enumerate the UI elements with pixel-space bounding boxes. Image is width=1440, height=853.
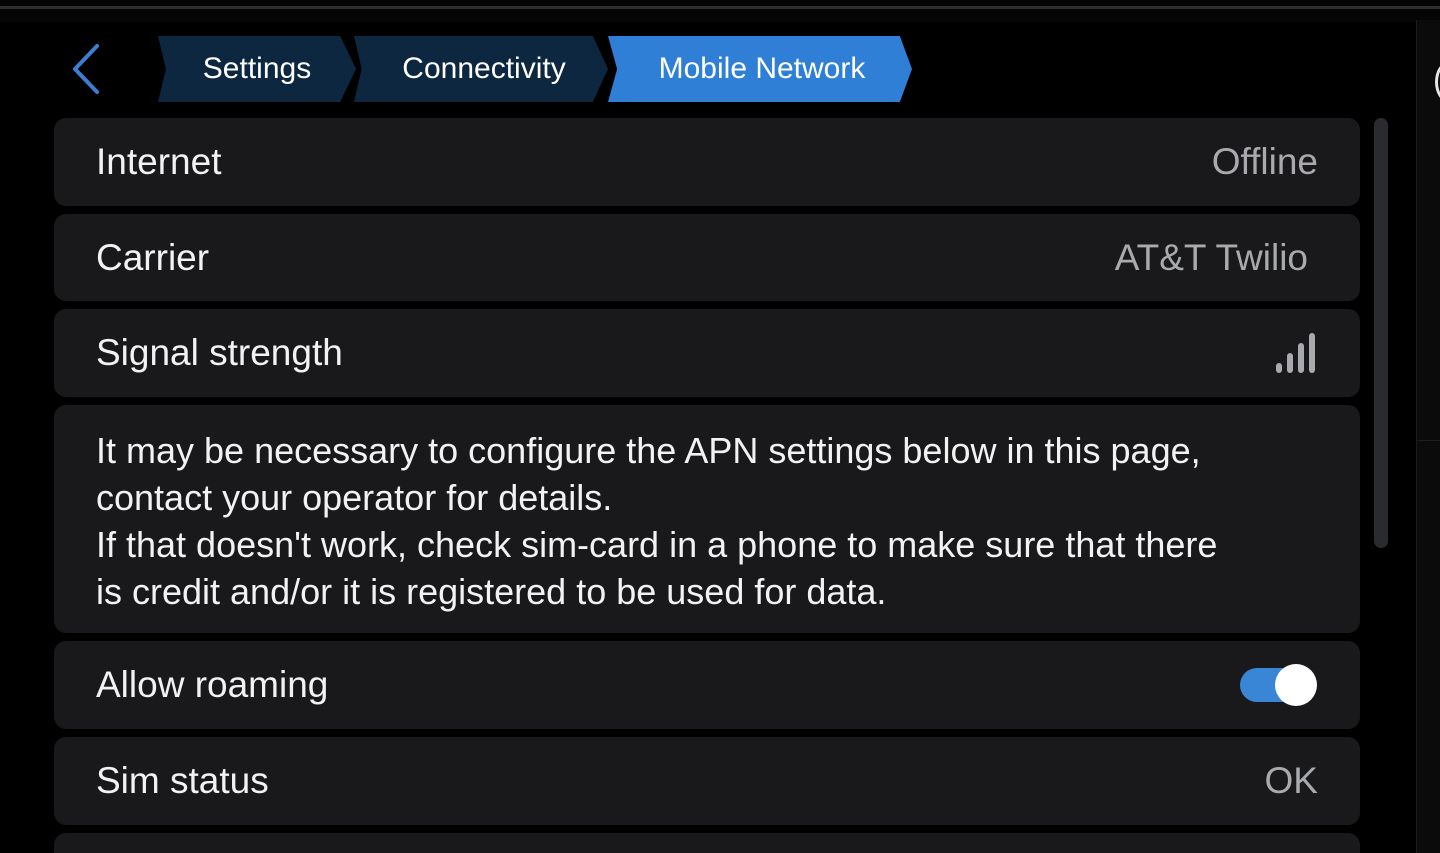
sim-status-value: OK: [1264, 760, 1318, 801]
breadcrumb-label: Connectivity: [402, 52, 566, 85]
right-edge-panel: [1416, 20, 1440, 853]
carrier-label: Carrier: [96, 236, 210, 278]
note-line: is credit and/or it is registered to be …: [96, 571, 887, 612]
signal-strength-label: Signal strength: [96, 332, 343, 373]
apn-info-note: It may be necessary to configure the APN…: [54, 405, 1360, 633]
signal-bar-3: [1298, 343, 1304, 373]
internet-row: Internet Offline: [54, 118, 1360, 206]
breadcrumb-mobile-network[interactable]: Mobile Network: [608, 36, 912, 102]
note-line: If that doesn't work, check sim-card in …: [96, 524, 1218, 565]
chevron-left-icon: [73, 44, 99, 94]
signal-bar-2: [1287, 353, 1293, 373]
scrollbar[interactable]: [1374, 118, 1388, 548]
note-line: It may be necessary to configure the APN…: [96, 430, 1201, 471]
allow-roaming-row: Allow roaming: [54, 641, 1360, 729]
sim-status-row: Sim status OK: [54, 737, 1360, 825]
back-button[interactable]: [62, 40, 110, 98]
breadcrumb-connectivity[interactable]: Connectivity: [354, 36, 608, 102]
signal-bars-icon: [1276, 333, 1315, 373]
allow-roaming-label: Allow roaming: [96, 664, 329, 705]
top-edge: [0, 0, 1440, 22]
breadcrumb-settings[interactable]: Settings: [158, 36, 356, 102]
edge-seam: [1417, 440, 1440, 441]
breadcrumb-label: Mobile Network: [658, 52, 866, 85]
internet-status-value: Offline: [1211, 141, 1318, 182]
edge-ring-icon: [1435, 62, 1440, 102]
note-line: contact your operator for details.: [96, 477, 613, 518]
apn-info-text: It may be necessary to configure the APN…: [96, 427, 1318, 615]
signal-strength-row: Signal strength: [54, 309, 1360, 397]
signal-bar-4: [1309, 333, 1315, 373]
internet-label: Internet: [96, 141, 222, 182]
allow-roaming-toggle[interactable]: [1240, 664, 1318, 706]
carrier-row: Carrier AT&T Twilio: [54, 214, 1360, 301]
screen: Settings Connectivity Mobile Network Int…: [0, 0, 1440, 853]
carrier-value: AT&T Twilio: [1114, 236, 1308, 278]
signal-bar-1: [1276, 363, 1282, 373]
next-row-partial: [54, 833, 1360, 853]
breadcrumb-label: Settings: [202, 52, 312, 85]
sim-status-label: Sim status: [96, 760, 269, 801]
toggle-knob: [1275, 664, 1317, 706]
